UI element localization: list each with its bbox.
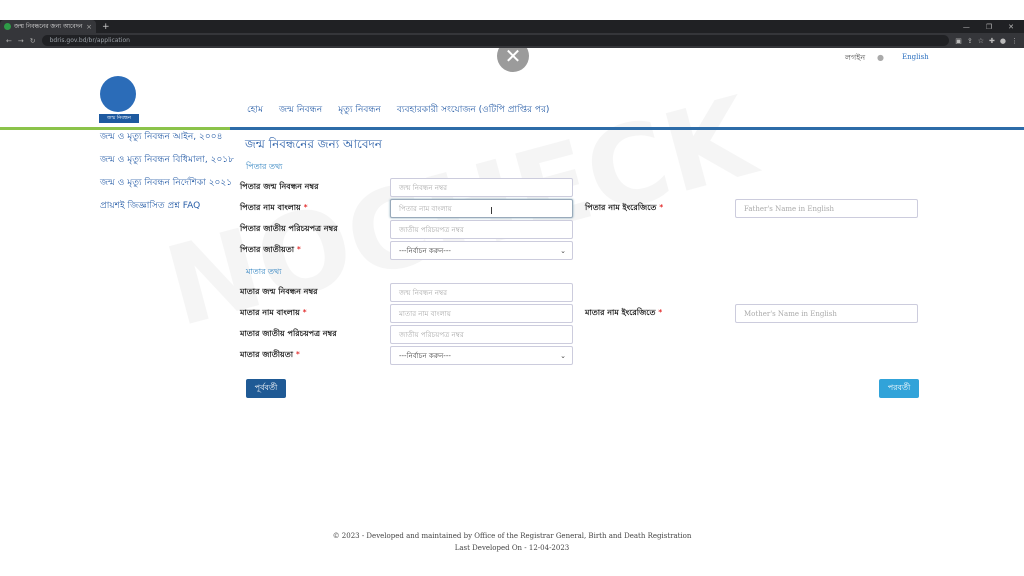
share-icon[interactable]: ⇪ — [967, 37, 973, 45]
mother-nationality-value: ---নির্বাচন করুন--- — [399, 351, 451, 360]
mother-nid-input[interactable]: জাতীয় পরিচয়পত্র নম্বর — [390, 325, 573, 344]
nav-birth-registration[interactable]: জন্ম নিবন্ধন — [279, 102, 322, 117]
father-brn-input[interactable]: জন্ম নিবন্ধন নম্বর — [390, 178, 573, 197]
father-nid-input[interactable]: জাতীয় পরিচয়পত্র নম্বর — [390, 220, 573, 239]
header-divider — [0, 127, 1024, 130]
reload-icon[interactable]: ↻ — [30, 37, 36, 45]
letterbox-bottom — [0, 558, 1024, 576]
minimize-icon[interactable]: — — [963, 23, 970, 31]
next-button[interactable]: পরবর্তী — [879, 379, 919, 398]
father-nationality-select[interactable]: ---নির্বাচন করুন--- ⌄ — [390, 241, 573, 260]
sidebar: জন্ম ও মৃত্যু নিবন্ধন আইন, ২০০৪ জন্ম ও ম… — [100, 131, 235, 223]
mother-nationality-label: মাতার জাতীয়তা * — [240, 350, 300, 359]
browser-tab[interactable]: জন্ম নিবন্ধনের জন্য আবেদন × — [0, 20, 96, 33]
forward-icon[interactable]: → — [18, 37, 24, 45]
father-section-heading: পিতার তথ্য — [246, 162, 283, 171]
sidebar-item-act[interactable]: জন্ম ও মৃত্যু নিবন্ধন আইন, ২০০৪ — [100, 131, 235, 144]
browser-tab-bar: জন্ম নিবন্ধনের জন্য আবেদন × + — ❐ ✕ — [0, 20, 1024, 33]
letterbox-top — [0, 0, 1024, 20]
globe-icon — [100, 76, 136, 112]
mother-section-heading: মাতার তথ্য — [246, 267, 282, 276]
mother-nationality-select[interactable]: ---নির্বাচন করুন--- ⌄ — [390, 346, 573, 365]
language-toggle[interactable]: English — [902, 53, 929, 61]
mother-name-en-input[interactable]: Mother's Name in English — [735, 304, 918, 323]
father-name-bn-label: পিতার নাম বাংলায় * — [240, 203, 308, 212]
back-icon[interactable]: ← — [6, 37, 12, 45]
father-name-bn-input[interactable]: পিতার নাম বাংলায় — [390, 199, 573, 218]
favicon-icon — [4, 23, 11, 30]
father-nationality-label: পিতার জাতীয়তা * — [240, 245, 301, 254]
father-nationality-value: ---নির্বাচন করুন--- — [399, 246, 451, 255]
window-close-icon[interactable]: ✕ — [1008, 23, 1014, 31]
menu-icon[interactable]: ⋮ — [1011, 37, 1018, 45]
nav-user-add[interactable]: ব্যবহারকারী সংযোজন (ওটিপি প্রাপ্তির পর) — [397, 102, 550, 117]
chevron-down-icon: ⌄ — [560, 351, 566, 360]
window-controls: — ❐ ✕ — [963, 23, 1024, 31]
sidebar-item-faq[interactable]: প্রায়শই জিজ্ঞাসিত প্রশ্ন FAQ — [100, 200, 235, 213]
tab-title: জন্ম নিবন্ধনের জন্য আবেদন — [14, 23, 83, 30]
tab-close-icon[interactable]: × — [86, 23, 92, 31]
mother-name-bn-input[interactable]: মাতার নাম বাংলায় — [390, 304, 573, 323]
address-bar-row: ← → ↻ bdris.gov.bd/br/application ▣ ⇪ ☆ … — [0, 33, 1024, 48]
father-name-en-input[interactable]: Father's Name in English — [735, 199, 918, 218]
extension-icon[interactable]: ▣ — [955, 37, 962, 45]
sidebar-item-guidelines[interactable]: জন্ম ও মৃত্যু নিবন্ধন নির্দেশিকা ২০২১ — [100, 177, 235, 190]
chevron-down-icon: ⌄ — [560, 246, 566, 255]
page-title: জন্ম নিবন্ধনের জন্য আবেদন — [245, 137, 382, 151]
url-field[interactable]: bdris.gov.bd/br/application — [41, 35, 950, 46]
previous-button[interactable]: পূর্ববর্তী — [246, 379, 286, 398]
footer: © 2023 - Developed and maintained by Off… — [0, 530, 1024, 554]
site-logo[interactable]: জন্ম নিবন্ধন — [96, 74, 142, 124]
logo-banner: জন্ম নিবন্ধন — [99, 114, 139, 123]
extension-icons: ▣ ⇪ ☆ ✚ ● ⋮ — [955, 37, 1018, 45]
text-cursor-icon: I — [490, 206, 493, 217]
maximize-icon[interactable]: ❐ — [986, 23, 992, 31]
mother-brn-label: মাতার জন্ম নিবন্ধন নম্বর — [240, 287, 318, 296]
mother-name-en-label: মাতার নাম ইংরেজিতে * — [585, 308, 663, 317]
puzzle-icon[interactable]: ✚ — [989, 37, 995, 45]
footer-last-developed: Last Developed On - 12-04-2023 — [454, 544, 570, 552]
mother-name-bn-label: মাতার নাম বাংলায় * — [240, 308, 307, 317]
nav-death-registration[interactable]: মৃত্যু নিবন্ধন — [338, 102, 381, 117]
close-icon[interactable]: ✕ — [497, 48, 529, 72]
father-name-en-label: পিতার নাম ইংরেজিতে * — [585, 203, 664, 212]
mother-brn-input[interactable]: জন্ম নিবন্ধন নম্বর — [390, 283, 573, 302]
new-tab-button[interactable]: + — [102, 22, 110, 32]
star-icon[interactable]: ☆ — [978, 37, 984, 45]
page-content: NOCHECK ✕ লগইন ● English জন্ম নিবন্ধন হো… — [0, 48, 1024, 558]
profile-icon[interactable]: ● — [1000, 37, 1006, 45]
mother-nid-label: মাতার জাতীয় পরিচয়পত্র নম্বর — [240, 329, 337, 338]
footer-copyright: © 2023 - Developed and maintained by Off… — [332, 532, 692, 540]
nav-home[interactable]: হোম — [247, 102, 263, 117]
main-nav: হোম জন্ম নিবন্ধন মৃত্যু নিবন্ধন ব্যবহারক… — [247, 102, 549, 117]
father-brn-label: পিতার জন্ম নিবন্ধন নম্বর — [240, 182, 319, 191]
user-icon: ● — [877, 53, 884, 62]
sidebar-item-rules[interactable]: জন্ম ও মৃত্যু নিবন্ধন বিধিমালা, ২০১৮ — [100, 154, 235, 167]
father-nid-label: পিতার জাতীয় পরিচয়পত্র নম্বর — [240, 224, 338, 233]
login-link[interactable]: লগইন — [845, 52, 865, 65]
